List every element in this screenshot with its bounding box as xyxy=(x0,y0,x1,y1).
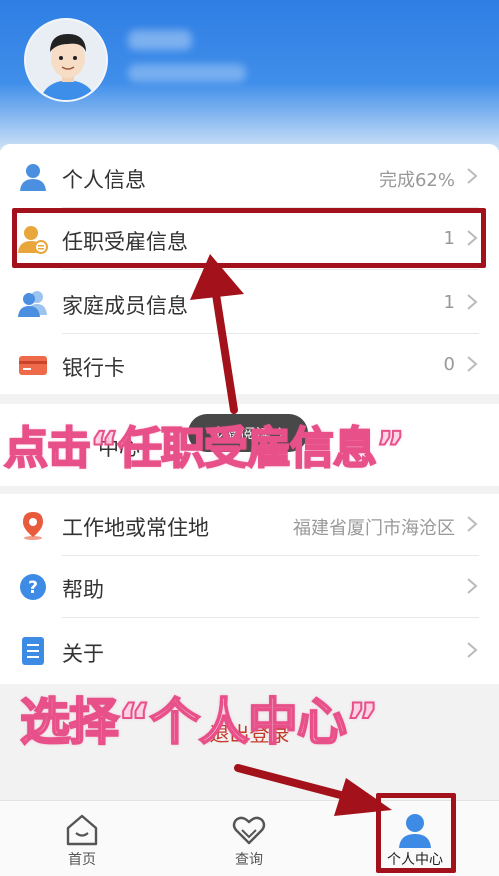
menu-label: 帮助 xyxy=(62,578,104,602)
menu-value: 1 xyxy=(443,292,455,313)
tab-query[interactable]: 查询 xyxy=(194,801,304,876)
about-icon xyxy=(22,637,44,665)
divider xyxy=(62,617,479,618)
avatar-illustration xyxy=(26,20,106,100)
location-icon xyxy=(23,512,43,540)
chevron-right-icon xyxy=(467,578,478,594)
profile-header xyxy=(0,0,499,150)
menu-label: 个人信息 xyxy=(62,168,146,192)
settings-menu: 工作地或常住地 福建省厦门市海沧区 ? 帮助 关于 xyxy=(0,494,499,684)
menu-row-work-location[interactable]: 工作地或常住地 福建省厦门市海沧区 xyxy=(0,494,499,556)
overlay-click-instruction: 点击“任职受雇信息” xyxy=(3,422,406,475)
menu-row-about[interactable]: 关于 xyxy=(0,620,499,682)
tab-home[interactable]: 首页 xyxy=(27,801,137,876)
menu-row-help[interactable]: ? 帮助 xyxy=(0,556,499,618)
highlight-box-employment xyxy=(12,208,486,268)
menu-value: 完成62% xyxy=(378,170,455,191)
highlight-box-personal-center xyxy=(376,793,456,873)
menu-label: 关于 xyxy=(62,642,104,666)
svg-text:?: ? xyxy=(28,578,38,598)
personal-info-menu: 个人信息 完成62% 任职受雇信息 1 家庭成员信息 1 银行卡 0 xyxy=(0,144,499,394)
menu-row-personal-info[interactable]: 个人信息 完成62% xyxy=(0,146,499,208)
tab-label: 首页 xyxy=(68,852,96,868)
person-icon xyxy=(20,164,46,191)
user-avatar[interactable] xyxy=(24,18,108,102)
chevron-right-icon xyxy=(467,516,478,532)
menu-value: 福建省厦门市海沧区 xyxy=(293,518,455,539)
help-icon: ? xyxy=(20,574,46,600)
chevron-right-icon xyxy=(467,294,478,310)
overlay-choose-instruction: 选择“个人中心” xyxy=(19,692,380,752)
menu-label: 家庭成员信息 xyxy=(62,294,188,318)
home-icon xyxy=(66,814,98,846)
menu-label: 银行卡 xyxy=(62,356,125,380)
family-icon xyxy=(18,291,47,317)
menu-label: 工作地或常住地 xyxy=(62,516,209,540)
chevron-right-icon xyxy=(467,642,478,658)
menu-row-family-info[interactable]: 家庭成员信息 1 xyxy=(0,272,499,334)
menu-row-bank-card[interactable]: 银行卡 0 xyxy=(0,334,499,396)
bank-card-icon xyxy=(19,356,47,375)
arrow-right-shaft xyxy=(234,764,356,802)
tab-label: 查询 xyxy=(235,852,263,868)
divider xyxy=(62,269,479,270)
chevron-right-icon xyxy=(467,168,478,184)
menu-value: 0 xyxy=(443,354,455,375)
blurred-userinfo xyxy=(128,64,246,82)
blurred-username xyxy=(128,30,192,50)
heart-search-icon xyxy=(232,816,266,845)
chevron-right-icon xyxy=(467,356,478,372)
